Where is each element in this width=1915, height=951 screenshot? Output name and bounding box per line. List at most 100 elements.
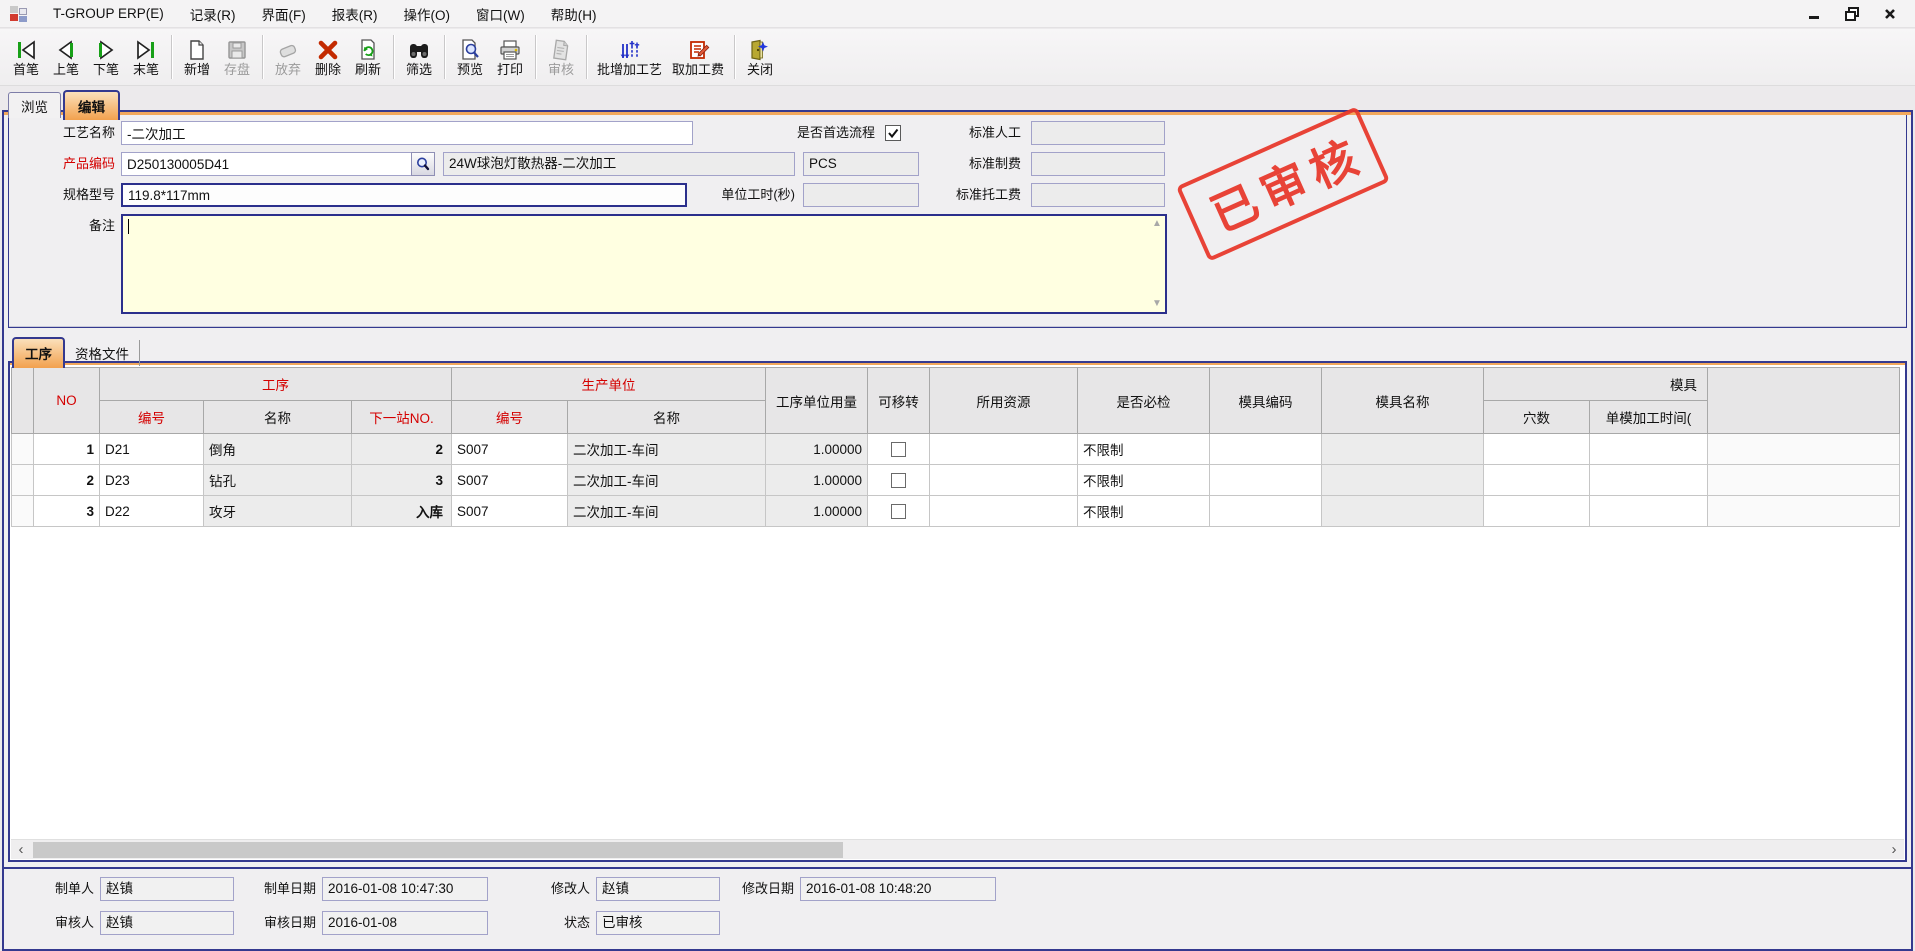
cell-process-code[interactable]: D21 — [100, 434, 204, 465]
preview-button[interactable]: 预览 — [450, 32, 490, 82]
nav-first-button[interactable]: 首笔 — [6, 32, 46, 82]
nav-last-button[interactable]: 末笔 — [126, 32, 166, 82]
menu-item-record[interactable]: 记录(R) — [177, 0, 249, 28]
save-button[interactable]: 存盘 — [217, 32, 257, 82]
cell-resource[interactable] — [930, 496, 1078, 527]
spec-input[interactable] — [121, 183, 687, 207]
menu-item-interface[interactable]: 界面(F) — [249, 0, 319, 28]
preferred-flow-checkbox[interactable] — [885, 125, 901, 141]
minimize-icon[interactable] — [1807, 7, 1821, 21]
scroll-left-icon[interactable]: ‹ — [11, 840, 31, 860]
tab-accent-line — [10, 363, 1905, 365]
print-button[interactable]: 打印 — [490, 32, 530, 82]
cell-mold-name[interactable] — [1322, 465, 1484, 496]
fetch-fee-icon — [686, 36, 710, 62]
cell-movable[interactable] — [868, 434, 930, 465]
cell-process-name[interactable]: 倒角 — [204, 434, 352, 465]
cell-mold-time[interactable] — [1590, 496, 1708, 527]
status-field: 已审核 — [596, 911, 720, 935]
movable-checkbox[interactable] — [891, 473, 906, 488]
audit-button[interactable]: 审核 — [541, 32, 581, 82]
cell-qty[interactable]: 1.00000 — [766, 496, 868, 527]
cell-mold-code[interactable] — [1210, 496, 1322, 527]
cell-mold-time[interactable] — [1590, 434, 1708, 465]
tab-process-steps[interactable]: 工序 — [12, 337, 65, 368]
tab-qualification-files[interactable]: 资格文件 — [65, 340, 140, 366]
cell-resource[interactable] — [930, 465, 1078, 496]
cell-unit-code[interactable]: S007 — [452, 434, 568, 465]
cell-next-no[interactable]: 3 — [352, 465, 452, 496]
cell-cavity[interactable] — [1484, 496, 1590, 527]
product-code-input[interactable] — [121, 152, 412, 176]
cell-movable[interactable] — [868, 496, 930, 527]
cell-cavity[interactable] — [1484, 434, 1590, 465]
print-icon — [498, 36, 522, 62]
cell-mold-name[interactable] — [1322, 434, 1484, 465]
cell-unit-name[interactable]: 二次加工-车间 — [568, 496, 766, 527]
table-row: 2 D23 钻孔 3 S007 二次加工-车间 1.00000 不限制 — [12, 465, 1900, 496]
batch-add-process-button[interactable]: 批增加工艺 — [592, 32, 667, 82]
cell-unit-name[interactable]: 二次加工-车间 — [568, 465, 766, 496]
cell-process-code[interactable]: D22 — [100, 496, 204, 527]
cell-resource[interactable] — [930, 434, 1078, 465]
movable-checkbox[interactable] — [891, 504, 906, 519]
discard-button[interactable]: 放弃 — [268, 32, 308, 82]
refresh-button[interactable]: 刷新 — [348, 32, 388, 82]
tab-edit[interactable]: 编辑 — [63, 90, 120, 120]
col-resource: 所用资源 — [930, 368, 1078, 434]
row-selector[interactable] — [12, 465, 34, 496]
cell-cavity[interactable] — [1484, 465, 1590, 496]
cell-qty[interactable]: 1.00000 — [766, 465, 868, 496]
menu-item-help[interactable]: 帮助(H) — [538, 0, 610, 28]
delete-button[interactable]: 删除 — [308, 32, 348, 82]
menu-item-window[interactable]: 窗口(W) — [463, 0, 538, 28]
cell-mold-time[interactable] — [1590, 465, 1708, 496]
row-selector[interactable] — [12, 496, 34, 527]
cell-process-code[interactable]: D23 — [100, 465, 204, 496]
cell-mold-code[interactable] — [1210, 465, 1322, 496]
cell-must-check[interactable]: 不限制 — [1078, 434, 1210, 465]
process-name-input[interactable] — [121, 121, 693, 145]
restore-icon[interactable] — [1845, 7, 1859, 21]
nav-next-button[interactable]: 下笔 — [86, 32, 126, 82]
scroll-right-icon[interactable]: › — [1884, 840, 1904, 860]
menu-item-operation[interactable]: 操作(O) — [391, 0, 464, 28]
cell-no[interactable]: 1 — [34, 434, 100, 465]
row-selector[interactable] — [12, 434, 34, 465]
process-form: 工艺名称 是否首选流程 标准人工 产品编码 24W球泡灯散热器-二次加工 PCS… — [8, 115, 1907, 328]
tab-browse[interactable]: 浏览 — [8, 92, 61, 118]
close-icon[interactable] — [1883, 7, 1897, 21]
product-lookup-button[interactable] — [411, 152, 435, 176]
cell-must-check[interactable]: 不限制 — [1078, 496, 1210, 527]
filter-button[interactable]: 筛选 — [399, 32, 439, 82]
scroll-up-icon[interactable]: ▲ — [1150, 217, 1164, 231]
nav-prev-button[interactable]: 上笔 — [46, 32, 86, 82]
cell-qty[interactable]: 1.00000 — [766, 434, 868, 465]
cell-mold-name[interactable] — [1322, 496, 1484, 527]
cell-movable[interactable] — [868, 465, 930, 496]
cell-no[interactable]: 2 — [34, 465, 100, 496]
col-group-mold: 模具 — [1484, 368, 1708, 401]
cell-next-no[interactable]: 2 — [352, 434, 452, 465]
cell-no[interactable]: 3 — [34, 496, 100, 527]
cell-process-name[interactable]: 攻牙 — [204, 496, 352, 527]
close-window-button[interactable]: 关闭 — [740, 32, 780, 82]
cell-unit-code[interactable]: S007 — [452, 465, 568, 496]
new-button[interactable]: 新增 — [177, 32, 217, 82]
col-filler — [1708, 368, 1900, 434]
status-label: 状态 — [528, 911, 590, 935]
fetch-fee-button[interactable]: 取加工费 — [667, 32, 729, 82]
horizontal-scrollbar[interactable]: ‹ › — [11, 839, 1904, 859]
remark-textarea[interactable] — [123, 216, 1165, 312]
cell-unit-code[interactable]: S007 — [452, 496, 568, 527]
movable-checkbox[interactable] — [891, 442, 906, 457]
cell-process-name[interactable]: 钻孔 — [204, 465, 352, 496]
cell-must-check[interactable]: 不限制 — [1078, 465, 1210, 496]
cell-unit-name[interactable]: 二次加工-车间 — [568, 434, 766, 465]
menu-item-app[interactable]: T-GROUP ERP(E) — [40, 2, 177, 25]
menu-item-report[interactable]: 报表(R) — [319, 0, 391, 28]
scroll-down-icon[interactable]: ▼ — [1150, 297, 1164, 311]
cell-mold-code[interactable] — [1210, 434, 1322, 465]
scrollbar-thumb[interactable] — [33, 842, 843, 858]
cell-next-no[interactable]: 入库 — [352, 496, 452, 527]
